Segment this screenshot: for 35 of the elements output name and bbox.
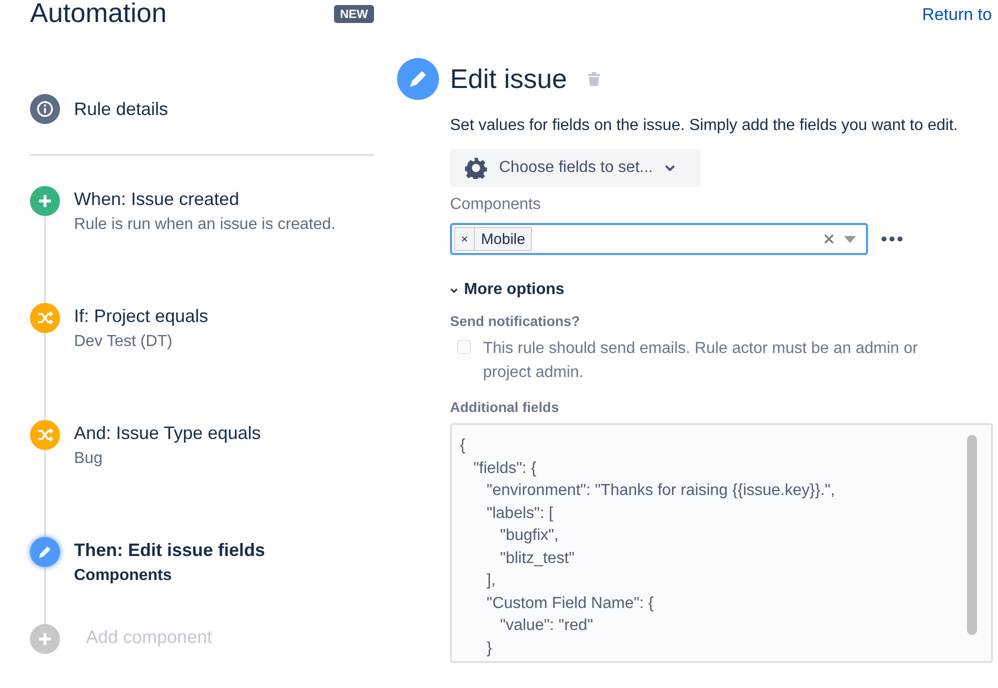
more-options-toggle[interactable]: More options <box>450 281 564 299</box>
remove-tag-button[interactable]: × <box>455 228 476 250</box>
step-title[interactable]: Then: Edit issue fields <box>74 540 266 561</box>
new-badge: NEW <box>334 5 374 23</box>
dropdown-arrow-icon[interactable] <box>844 236 856 242</box>
settings-icon <box>465 157 487 179</box>
editor-description: Set values for fields on the issue. Simply add the fields you want to edit. <box>450 116 959 136</box>
notifications-label: Send notifications? <box>450 313 581 329</box>
components-label: Components <box>450 196 542 214</box>
step-title[interactable]: If: Project equals <box>74 306 208 327</box>
step-description: Dev Test (DT) <box>74 333 174 351</box>
checkbox[interactable] <box>457 340 471 354</box>
scrollbar[interactable] <box>967 435 977 635</box>
additional-fields-editor[interactable]: { "fields": { "environment": "Thanks for raising {{issue.key}}.", "labels": [ "bugfix", "blitz_test" ], "Custom Field Name": { "value": "red" } <box>450 423 993 663</box>
return-link[interactable]: Return to <box>922 5 992 58</box>
checkbox-label: This rule should send emails. Rule actor must be an admin or project admin. <box>483 339 919 383</box>
step-description: Bug <box>74 450 104 468</box>
chevron-down-icon <box>664 165 675 171</box>
step-title[interactable]: When: Issue created <box>74 189 336 210</box>
step-title[interactable]: And: Issue Type equals <box>74 423 261 444</box>
tag-label: Mobile <box>480 230 526 248</box>
components-select[interactable]: × Mobile <box>450 223 868 255</box>
editor-title: Edit issue <box>450 64 568 94</box>
info-icon <box>30 94 60 124</box>
clear-icon[interactable] <box>824 234 834 244</box>
page-title: Automation <box>30 0 167 29</box>
pencil-icon <box>397 58 439 100</box>
rule-details-link[interactable]: Rule details <box>74 98 168 120</box>
step-description: Rule is run when an issue is created. <box>74 216 336 234</box>
step-description: Components <box>74 567 173 585</box>
choose-fields-button[interactable]: Choose fields to set... <box>450 149 701 187</box>
chevron-down-icon <box>450 288 458 292</box>
additional-fields-label: Additional fields <box>450 399 560 415</box>
trash-icon[interactable] <box>588 72 600 86</box>
more-icon[interactable] <box>881 236 903 242</box>
